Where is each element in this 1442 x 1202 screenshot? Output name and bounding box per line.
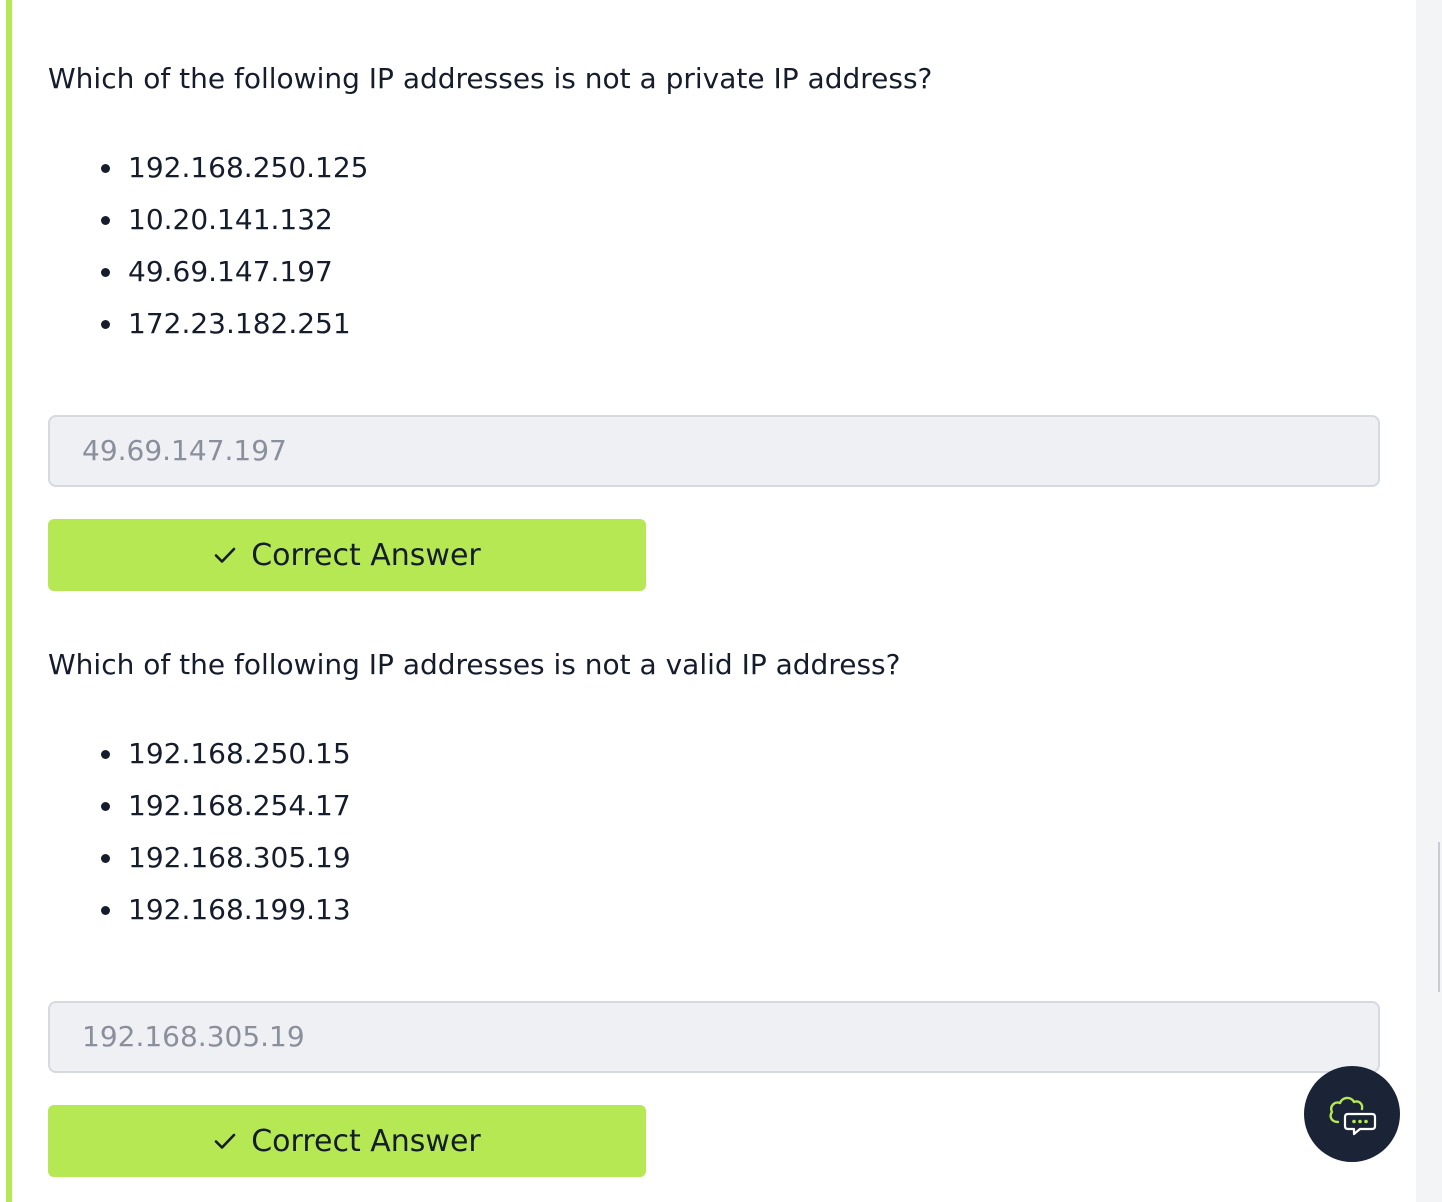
answer-field[interactable]: 192.168.305.19 — [48, 1001, 1380, 1073]
bullet-icon — [101, 750, 110, 759]
correct-answer-button[interactable]: Correct Answer — [48, 1105, 646, 1177]
page: Which of the following IP addresses is n… — [0, 0, 1416, 1202]
option-label: 192.168.250.125 — [128, 151, 369, 184]
scrollbar[interactable] — [1438, 842, 1442, 992]
correct-answer-button[interactable]: Correct Answer — [48, 519, 646, 591]
answer-field[interactable]: 49.69.147.197 — [48, 415, 1380, 487]
correct-answer-label: Correct Answer — [251, 537, 481, 573]
option-item: 192.168.199.13 — [48, 884, 1380, 936]
bullet-icon — [101, 906, 110, 915]
option-label: 49.69.147.197 — [128, 255, 333, 288]
options-list: 192.168.250.15 192.168.254.17 192.168.30… — [48, 728, 1380, 936]
option-label: 192.168.199.13 — [128, 893, 351, 926]
check-icon — [214, 1133, 236, 1149]
question-text: Which of the following IP addresses is n… — [48, 648, 901, 681]
question-block-1: Which of the following IP addresses is n… — [48, 58, 1380, 591]
question-block-2: Which of the following IP addresses is n… — [48, 644, 1380, 1177]
option-item: 192.168.305.19 — [48, 832, 1380, 884]
bullet-icon — [101, 320, 110, 329]
option-item: 49.69.147.197 — [48, 246, 1380, 298]
option-label: 192.168.250.15 — [128, 737, 351, 770]
bullet-icon — [101, 268, 110, 277]
option-label: 172.23.182.251 — [128, 307, 351, 340]
bullet-icon — [101, 854, 110, 863]
option-label: 10.20.141.132 — [128, 203, 333, 236]
bullet-icon — [101, 216, 110, 225]
bullet-icon — [101, 164, 110, 173]
section-accent-bar — [6, 0, 12, 1202]
option-item: 192.168.254.17 — [48, 780, 1380, 832]
option-label: 192.168.305.19 — [128, 841, 351, 874]
option-item: 10.20.141.132 — [48, 194, 1380, 246]
option-item: 192.168.250.15 — [48, 728, 1380, 780]
chat-button[interactable] — [1304, 1066, 1400, 1162]
correct-answer-label: Correct Answer — [251, 1123, 481, 1159]
cloud-chat-icon — [1329, 1096, 1377, 1136]
question-text: Which of the following IP addresses is n… — [48, 62, 933, 95]
bullet-icon — [101, 802, 110, 811]
option-item: 172.23.182.251 — [48, 298, 1380, 350]
check-icon — [214, 547, 236, 563]
options-list: 192.168.250.125 10.20.141.132 49.69.147.… — [48, 142, 1380, 350]
option-label: 192.168.254.17 — [128, 789, 351, 822]
option-item: 192.168.250.125 — [48, 142, 1380, 194]
